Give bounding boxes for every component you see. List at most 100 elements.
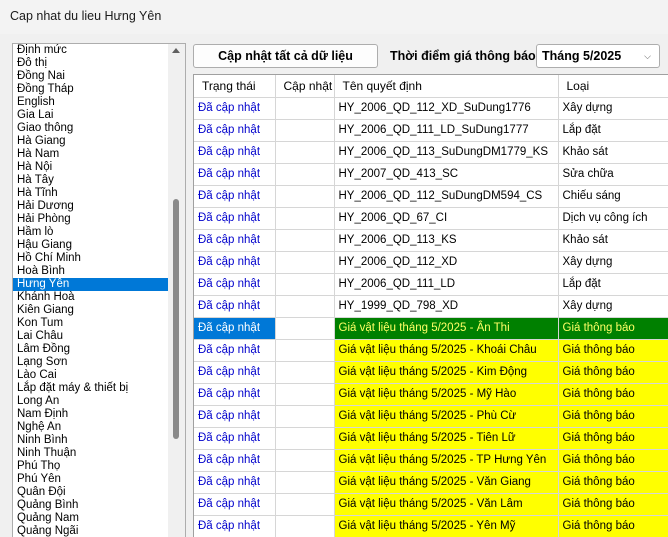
- province-item[interactable]: Phú Yên: [13, 473, 169, 486]
- update-cell[interactable]: [275, 119, 335, 142]
- type-cell[interactable]: Giá thông báo: [558, 493, 668, 516]
- status-cell[interactable]: Đã cập nhật: [194, 471, 276, 494]
- update-cell[interactable]: [275, 515, 335, 537]
- province-item[interactable]: Quân Đội: [13, 486, 169, 499]
- province-item[interactable]: Kiên Giang: [13, 304, 169, 317]
- decision-name-cell[interactable]: Giá vật liệu tháng 5/2025 - Khoái Châu: [333, 339, 559, 362]
- decision-name-cell[interactable]: HY_2006_QD_112_SuDungDM594_CS: [334, 185, 559, 208]
- status-cell[interactable]: Đã cập nhật: [194, 185, 276, 208]
- scroll-up-arrow-icon[interactable]: [172, 48, 180, 53]
- update-cell[interactable]: [275, 383, 335, 406]
- table-row[interactable]: Đã cập nhật Giá vật liệu tháng 5/2025 - Â…: [194, 317, 668, 340]
- decision-name-cell[interactable]: Giá vật liệu tháng 5/2025 - Tiên Lữ: [333, 427, 559, 450]
- update-cell[interactable]: [275, 141, 335, 164]
- decision-name-cell[interactable]: Giá vật liệu tháng 5/2025 - Mỹ Hào: [333, 383, 559, 406]
- province-item[interactable]: Nam Định: [13, 408, 169, 421]
- province-item[interactable]: Lắp đặt máy & thiết bị: [13, 382, 169, 395]
- update-cell[interactable]: [275, 295, 335, 318]
- update-cell[interactable]: [275, 251, 335, 274]
- table-row[interactable]: Đã cập nhật Giá vật liệu tháng 5/2025 - K…: [194, 361, 668, 384]
- table-row[interactable]: Đã cập nhật Giá vật liệu tháng 5/2025 - Y…: [194, 515, 668, 537]
- update-cell[interactable]: [275, 185, 335, 208]
- status-cell[interactable]: Đã cập nhật: [194, 383, 276, 406]
- decision-name-cell[interactable]: HY_2006_QD_113_SuDungDM1779_KS: [334, 141, 559, 164]
- table-row[interactable]: Đã cập nhật Giá vật liệu tháng 5/2025 - V…: [194, 493, 668, 516]
- status-cell[interactable]: Đã cập nhật: [194, 229, 276, 252]
- type-cell[interactable]: Lắp đặt: [558, 119, 668, 142]
- type-cell[interactable]: Giá thông báo: [558, 471, 668, 494]
- table-row[interactable]: Đã cập nhật Giá vật liệu tháng 5/2025 - T…: [194, 449, 668, 472]
- type-cell[interactable]: Giá thông báo: [558, 449, 668, 472]
- province-item[interactable]: Hà Tĩnh: [13, 187, 169, 200]
- scrollbar-thumb[interactable]: [173, 199, 179, 439]
- table-row[interactable]: Đã cập nhật HY_2006_QD_112_XD_SuDung1776 X…: [194, 97, 668, 120]
- table-row[interactable]: Đã cập nhật HY_2006_QD_111_LD Lắp đặt: [194, 273, 668, 296]
- province-item[interactable]: Ninh Bình: [13, 434, 169, 447]
- status-cell[interactable]: Đã cập nhật: [194, 427, 276, 450]
- type-cell[interactable]: Giá thông báo: [558, 383, 668, 406]
- decision-name-cell[interactable]: HY_2006_QD_111_LD: [334, 273, 559, 296]
- table-row[interactable]: Đã cập nhật HY_2006_QD_113_SuDungDM1779_K…: [194, 141, 668, 164]
- province-item[interactable]: Quảng Bình: [13, 499, 169, 512]
- province-item[interactable]: Định mức: [13, 44, 169, 57]
- province-item[interactable]: Quảng Ngãi: [13, 525, 169, 537]
- decision-grid[interactable]: Trạng thái Cập nhật Tên quyết định Loại …: [193, 74, 668, 537]
- status-cell[interactable]: Đã cập nhật: [194, 97, 276, 120]
- type-cell[interactable]: Sửa chữa: [558, 163, 668, 186]
- decision-name-cell[interactable]: Giá vật liệu tháng 5/2025 - Văn Lâm: [333, 493, 559, 516]
- table-row[interactable]: Đã cập nhật HY_2007_QD_413_SC Sửa chữa: [194, 163, 668, 186]
- province-item[interactable]: Nghệ An: [13, 421, 169, 434]
- type-cell[interactable]: Giá thông báo: [558, 339, 668, 362]
- type-cell[interactable]: Giá thông báo: [558, 361, 668, 384]
- type-cell[interactable]: Xây dựng: [558, 97, 668, 120]
- province-item[interactable]: Quảng Nam: [13, 512, 169, 525]
- province-item[interactable]: Hà Tây: [13, 174, 169, 187]
- update-cell[interactable]: [275, 317, 335, 340]
- province-item[interactable]: Lâm Đồng: [13, 343, 169, 356]
- decision-name-cell[interactable]: Giá vật liệu tháng 5/2025 - Ân Thi: [333, 317, 559, 340]
- decision-name-cell[interactable]: Giá vật liệu tháng 5/2025 - TP Hưng Yên: [333, 449, 559, 472]
- province-item[interactable]: Hoà Bình: [13, 265, 169, 278]
- province-item[interactable]: Lào Cai: [13, 369, 169, 382]
- province-item[interactable]: Hậu Giang: [13, 239, 169, 252]
- table-row[interactable]: Đã cập nhật Giá vật liệu tháng 5/2025 - V…: [194, 471, 668, 494]
- status-cell[interactable]: Đã cập nhật: [194, 295, 276, 318]
- province-list[interactable]: Định mức Đô thị Đồng Nai Đồng Tháp English Gi…: [12, 43, 186, 537]
- province-list-scrollbar[interactable]: [168, 44, 185, 537]
- table-row[interactable]: Đã cập nhật HY_2006_QD_113_KS Khảo sát: [194, 229, 668, 252]
- update-cell[interactable]: [275, 427, 335, 450]
- type-cell[interactable]: Giá thông báo: [558, 405, 668, 428]
- status-cell[interactable]: Đã cập nhật: [194, 449, 276, 472]
- province-item[interactable]: Kon Tum: [13, 317, 169, 330]
- table-row[interactable]: Đã cập nhật Giá vật liệu tháng 5/2025 - T…: [194, 427, 668, 450]
- table-row[interactable]: Đã cập nhật HY_1999_QD_798_XD Xây dựng: [194, 295, 668, 318]
- status-cell[interactable]: Đã cập nhật: [194, 405, 276, 428]
- type-cell[interactable]: Xây dựng: [558, 251, 668, 274]
- type-cell[interactable]: Lắp đặt: [558, 273, 668, 296]
- province-item[interactable]: Hồ Chí Minh: [13, 252, 169, 265]
- decision-name-cell[interactable]: Giá vật liệu tháng 5/2025 - Văn Giang: [333, 471, 559, 494]
- type-cell[interactable]: Xây dựng: [558, 295, 668, 318]
- province-item[interactable]: Hà Giang: [13, 135, 169, 148]
- province-item[interactable]: Giao thông: [13, 122, 169, 135]
- status-cell[interactable]: Đã cập nhật: [194, 317, 276, 340]
- province-item[interactable]: Ninh Thuận: [13, 447, 169, 460]
- update-cell[interactable]: [275, 207, 335, 230]
- status-cell[interactable]: Đã cập nhật: [194, 361, 276, 384]
- decision-name-cell[interactable]: HY_2006_QD_112_XD_SuDung1776: [334, 97, 559, 120]
- status-cell[interactable]: Đã cập nhật: [194, 339, 276, 362]
- province-item[interactable]: Hầm lò: [13, 226, 169, 239]
- update-cell[interactable]: [275, 273, 335, 296]
- table-row[interactable]: Đã cập nhật Giá vật liệu tháng 5/2025 - K…: [194, 339, 668, 362]
- province-item[interactable]: Hải Dương: [13, 200, 169, 213]
- update-cell[interactable]: [275, 229, 335, 252]
- update-all-button[interactable]: Cập nhật tất cả dữ liệu: [193, 44, 378, 68]
- decision-name-cell[interactable]: Giá vật liệu tháng 5/2025 - Phù Cừ: [333, 405, 559, 428]
- update-cell[interactable]: [275, 493, 335, 516]
- column-header-type[interactable]: Loại: [558, 75, 668, 98]
- type-cell[interactable]: Khảo sát: [558, 229, 668, 252]
- type-cell[interactable]: Giá thông báo: [558, 427, 668, 450]
- column-header-update[interactable]: Cập nhật: [275, 75, 335, 98]
- table-row[interactable]: Đã cập nhật Giá vật liệu tháng 5/2025 - M…: [194, 383, 668, 406]
- decision-name-cell[interactable]: HY_1999_QD_798_XD: [334, 295, 559, 318]
